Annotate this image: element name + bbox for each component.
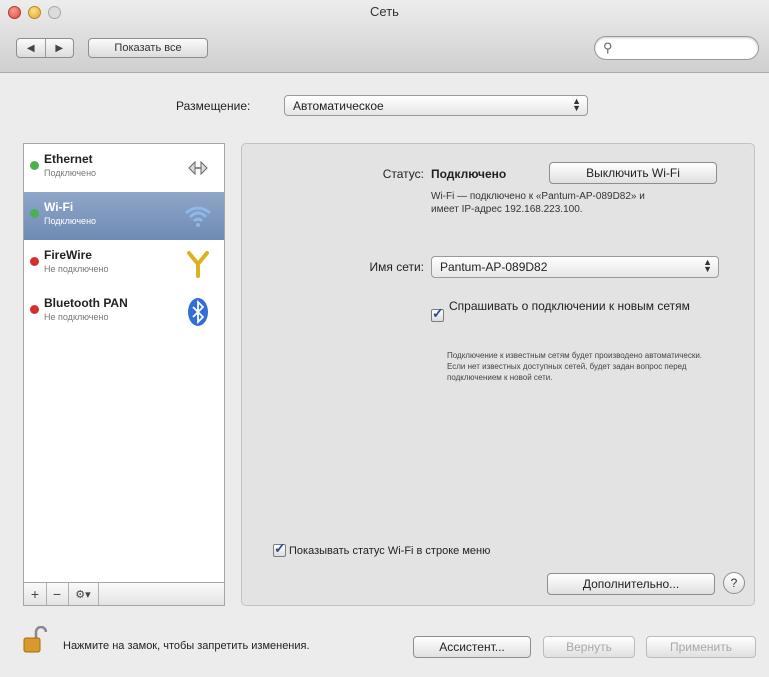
- ask-join-label: Спрашивать о подключении к новым сетям: [449, 299, 690, 313]
- lock-message: Нажмите на замок, чтобы запретить измене…: [63, 640, 310, 652]
- service-item-bluetooth[interactable]: Bluetooth PAN Не подключено: [24, 288, 224, 336]
- titlebar: Сеть ◀ ▶ Показать все ⚲: [0, 0, 769, 73]
- search-field[interactable]: ⚲: [594, 36, 759, 60]
- show-wifi-status-label: Показывать статус Wi-Fi в строке меню: [289, 545, 491, 557]
- back-forward-control: ◀ ▶: [16, 38, 74, 58]
- service-name: Wi-Fi: [44, 200, 74, 214]
- service-name: Bluetooth PAN: [44, 296, 128, 310]
- status-value: Подключено: [431, 167, 507, 181]
- search-input[interactable]: [619, 39, 751, 59]
- service-list-toolbar: + − ⚙▾: [23, 582, 225, 606]
- window-title: Сеть: [370, 4, 399, 19]
- ask-join-checkbox[interactable]: [431, 305, 444, 322]
- service-status: Подключено: [44, 216, 97, 226]
- forward-button[interactable]: ▶: [46, 39, 74, 57]
- service-status: Не подключено: [44, 264, 109, 274]
- remove-service-button[interactable]: −: [46, 583, 69, 605]
- show-wifi-status-checkbox[interactable]: [273, 540, 286, 557]
- gear-menu-button[interactable]: ⚙▾: [68, 583, 99, 605]
- help-button[interactable]: ?: [723, 572, 745, 594]
- location-select[interactable]: Автоматическое ▲ ▼: [284, 95, 588, 116]
- status-dot: [30, 161, 39, 170]
- add-service-button[interactable]: +: [24, 583, 47, 605]
- network-window: Сеть ◀ ▶ Показать все ⚲ Размещение: Авто…: [0, 0, 769, 677]
- status-dot: [30, 209, 39, 218]
- search-icon: ⚲: [603, 40, 613, 55]
- status-label: Статус:: [382, 167, 424, 181]
- firewire-icon: [182, 248, 214, 280]
- ethernet-icon: [182, 152, 214, 184]
- assistant-button[interactable]: Ассистент...: [413, 636, 531, 658]
- status-dot: [30, 257, 39, 266]
- bluetooth-icon: [182, 296, 214, 328]
- revert-button[interactable]: Вернуть: [543, 636, 635, 658]
- advanced-button[interactable]: Дополнительно...: [547, 573, 715, 595]
- service-list: Ethernet Подключено Wi-Fi Подключено Fir…: [23, 143, 225, 587]
- location-value: Автоматическое: [293, 99, 384, 113]
- status-description: Wi-Fi — подключено к «Pantum-AP-089D82» …: [431, 191, 645, 215]
- service-name: Ethernet: [44, 152, 93, 166]
- service-item-firewire[interactable]: FireWire Не подключено: [24, 240, 224, 288]
- network-name-value: Pantum-AP-089D82: [440, 260, 548, 274]
- updown-arrows-icon: ▲ ▼: [572, 96, 581, 113]
- service-name: FireWire: [44, 248, 92, 262]
- show-all-button[interactable]: Показать все: [88, 38, 208, 58]
- status-dot: [30, 305, 39, 314]
- apply-button[interactable]: Применить: [646, 636, 756, 658]
- ask-join-hint: Подключение к известным сетям будет прои…: [447, 351, 703, 382]
- location-label: Размещение:: [176, 99, 251, 113]
- updown-arrows-icon: ▲ ▼: [703, 257, 712, 274]
- service-status: Не подключено: [44, 312, 109, 322]
- service-item-ethernet[interactable]: Ethernet Подключено: [24, 144, 224, 192]
- turn-off-wifi-button[interactable]: Выключить Wi-Fi: [549, 162, 717, 184]
- network-name-select[interactable]: Pantum-AP-089D82 ▲ ▼: [431, 256, 719, 278]
- wifi-icon: [182, 200, 214, 232]
- lock-icon[interactable]: [23, 625, 48, 654]
- back-button[interactable]: ◀: [17, 39, 46, 57]
- network-name-label: Имя сети:: [369, 260, 424, 274]
- service-status: Подключено: [44, 168, 97, 178]
- service-item-wifi[interactable]: Wi-Fi Подключено: [24, 192, 224, 240]
